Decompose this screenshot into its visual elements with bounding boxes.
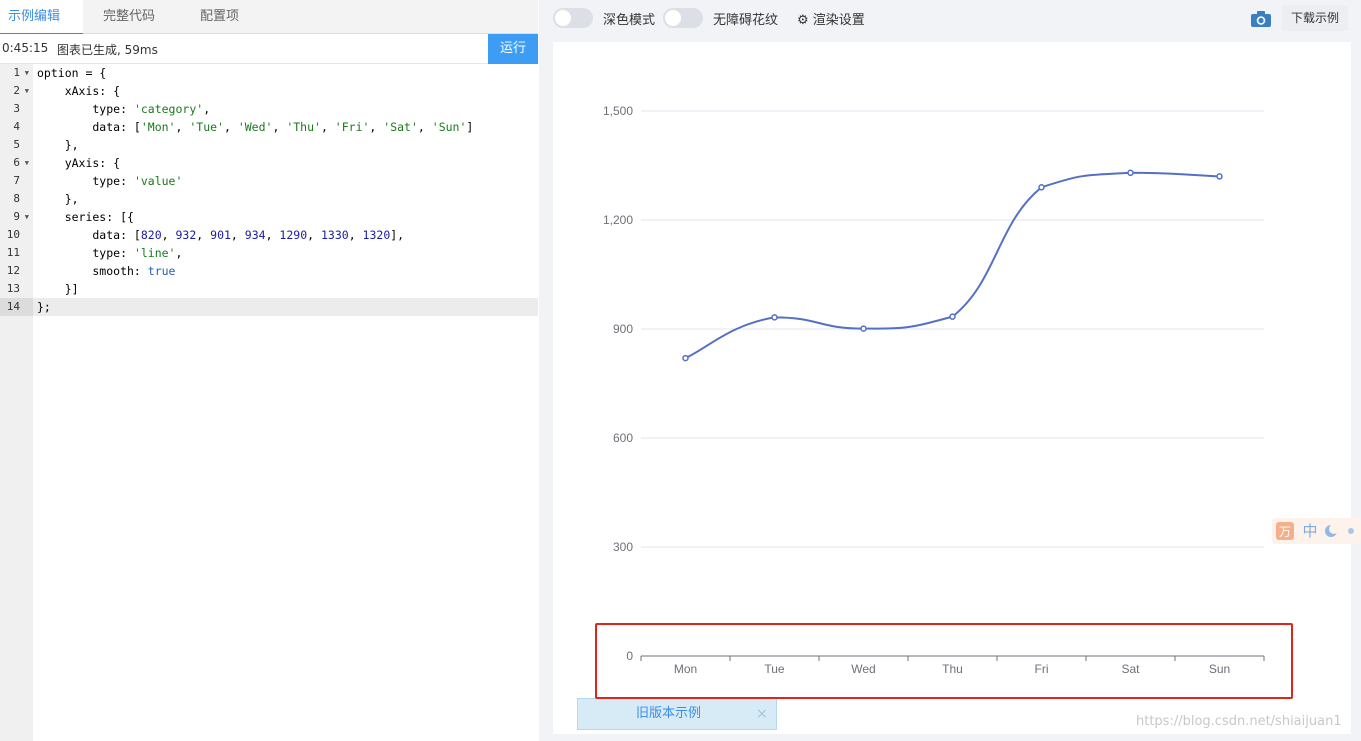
download-example-button[interactable]: 下载示例 bbox=[1282, 5, 1348, 31]
line-number: 2 ▼ bbox=[0, 82, 33, 100]
y-tick-label: 1,200 bbox=[603, 213, 633, 227]
editor-tabs: 示例编辑 完整代码 配置项 bbox=[0, 0, 538, 35]
code-line: }, bbox=[37, 138, 79, 152]
tab-full-code[interactable]: 完整代码 bbox=[95, 0, 175, 34]
old-version-label: 旧版本示例 bbox=[636, 706, 702, 721]
fold-arrow-icon[interactable]: ▼ bbox=[25, 208, 29, 226]
line-number: 11 bbox=[6, 246, 20, 259]
line-number-active: 14 bbox=[0, 298, 33, 316]
line-number: 6 ▼ bbox=[0, 154, 33, 172]
toggle-knob bbox=[555, 10, 571, 26]
chinese-mode-icon: 中 bbox=[1302, 522, 1317, 540]
y-tick-label: 600 bbox=[613, 431, 633, 445]
render-settings-label: 渲染设置 bbox=[812, 13, 865, 28]
close-icon[interactable]: × bbox=[756, 699, 768, 729]
code-line: smooth: true bbox=[37, 264, 176, 278]
code-line: }; bbox=[37, 300, 51, 314]
data-point bbox=[1216, 173, 1223, 180]
code-line: type: 'category', bbox=[37, 102, 211, 116]
svg-text:万: 万 bbox=[1279, 525, 1291, 539]
code-line: }, bbox=[37, 192, 79, 206]
line-number: 3 bbox=[13, 102, 20, 115]
status-time: 0:45:15 bbox=[2, 41, 49, 55]
code-line: type: 'line', bbox=[37, 246, 183, 260]
preview-toolbar: 深色模式 无障碍花纹 ⚙ 渲染设置 下载示例 bbox=[539, 0, 1361, 36]
y-tick-label: 300 bbox=[613, 540, 633, 554]
code-line: yAxis: { bbox=[37, 156, 121, 170]
preview-panel: 深色模式 无障碍花纹 ⚙ 渲染设置 下载示例 0 300 600 900 1,200 1,… bbox=[539, 0, 1361, 741]
line-chart: 0 300 600 900 1,200 1,500 Mon Tue Wed Thu Fri Sat Su… bbox=[603, 104, 1265, 676]
code-line: data: [820, 932, 901, 934, 1290, 1330, 1… bbox=[37, 228, 405, 242]
fold-arrow-icon[interactable]: ▼ bbox=[25, 82, 29, 100]
y-tick-label: 0 bbox=[626, 649, 633, 663]
line-number: 5 bbox=[13, 138, 20, 151]
data-point bbox=[771, 314, 778, 321]
x-tick-label: Mon bbox=[674, 662, 697, 676]
line-gutter: 1 ▼ 2 ▼ 3 4 5 6 ▼ 7 8 9 ▼ 10 11 12 13 14 bbox=[0, 64, 33, 741]
x-tick-label: Fri bbox=[1035, 662, 1049, 676]
fold-arrow-icon[interactable]: ▼ bbox=[25, 64, 29, 82]
chart-container: 0 300 600 900 1,200 1,500 Mon Tue Wed Thu Fri Sat Su… bbox=[553, 42, 1351, 734]
series-line bbox=[685, 171, 1220, 359]
code-line: type: 'value' bbox=[37, 174, 183, 188]
accessible-pattern-toggle[interactable] bbox=[663, 8, 703, 28]
line-number: 9 ▼ bbox=[0, 208, 33, 226]
data-point bbox=[682, 354, 689, 362]
dark-mode-toggle[interactable] bbox=[553, 8, 593, 28]
line-number: 1 ▼ bbox=[0, 64, 33, 82]
line-number: 13 bbox=[6, 282, 20, 295]
code-line: data: ['Mon', 'Tue', 'Wed', 'Thu', 'Fri'… bbox=[37, 120, 474, 134]
code-editor[interactable]: 1 ▼ 2 ▼ 3 4 5 6 ▼ 7 8 9 ▼ 10 11 12 13 14 opt… bbox=[0, 64, 538, 741]
tab-options[interactable]: 配置项 bbox=[192, 0, 272, 34]
x-tick-label: Sun bbox=[1209, 662, 1230, 676]
data-point bbox=[860, 325, 867, 332]
line-number: 4 bbox=[13, 120, 20, 133]
accessible-pattern-label: 无障碍花纹 bbox=[713, 13, 779, 28]
dot-icon bbox=[1348, 528, 1354, 534]
old-version-banner[interactable]: 旧版本示例 × bbox=[577, 698, 777, 730]
data-point bbox=[1127, 169, 1134, 177]
code-panel: 示例编辑 完整代码 配置项 0:45:15 图表已生成, 59ms 运行 1 ▼ … bbox=[0, 0, 538, 741]
x-tick-label: Thu bbox=[942, 662, 963, 676]
side-tool-widget[interactable]: 万 中 bbox=[1272, 518, 1361, 544]
status-bar: 0:45:15 图表已生成, 59ms 运行 bbox=[0, 34, 538, 64]
line-number: 10 bbox=[6, 228, 20, 241]
run-button[interactable]: 运行 bbox=[488, 34, 538, 64]
watermark-url: https://blog.csdn.net/shiaijuan1 bbox=[1136, 714, 1342, 729]
fold-arrow-icon[interactable]: ▼ bbox=[25, 154, 29, 172]
line-number: 8 bbox=[13, 192, 20, 205]
y-tick-label: 900 bbox=[613, 322, 633, 336]
toggle-knob bbox=[665, 10, 681, 26]
gear-icon: ⚙ bbox=[797, 13, 809, 28]
camera-icon[interactable] bbox=[1250, 10, 1272, 28]
active-line-highlight bbox=[33, 298, 538, 316]
code-line: series: [{ bbox=[37, 210, 134, 224]
code-line: }] bbox=[37, 282, 79, 296]
line-number: 12 bbox=[6, 264, 20, 277]
code-line: option = { bbox=[37, 66, 107, 80]
y-tick-label: 1,500 bbox=[603, 104, 633, 118]
tab-example-edit[interactable]: 示例编辑 bbox=[0, 0, 83, 35]
dark-mode-label: 深色模式 bbox=[603, 13, 656, 28]
data-point bbox=[1038, 184, 1045, 191]
code-line: xAxis: { bbox=[37, 84, 121, 98]
status-message: 图表已生成, 59ms bbox=[57, 43, 158, 57]
x-tick-label: Sat bbox=[1121, 662, 1140, 676]
render-settings-button[interactable]: ⚙ 渲染设置 bbox=[797, 9, 865, 28]
data-point bbox=[949, 313, 956, 320]
line-number: 7 bbox=[13, 174, 20, 187]
x-tick-label: Tue bbox=[764, 662, 785, 676]
x-tick-label: Wed bbox=[851, 662, 875, 676]
